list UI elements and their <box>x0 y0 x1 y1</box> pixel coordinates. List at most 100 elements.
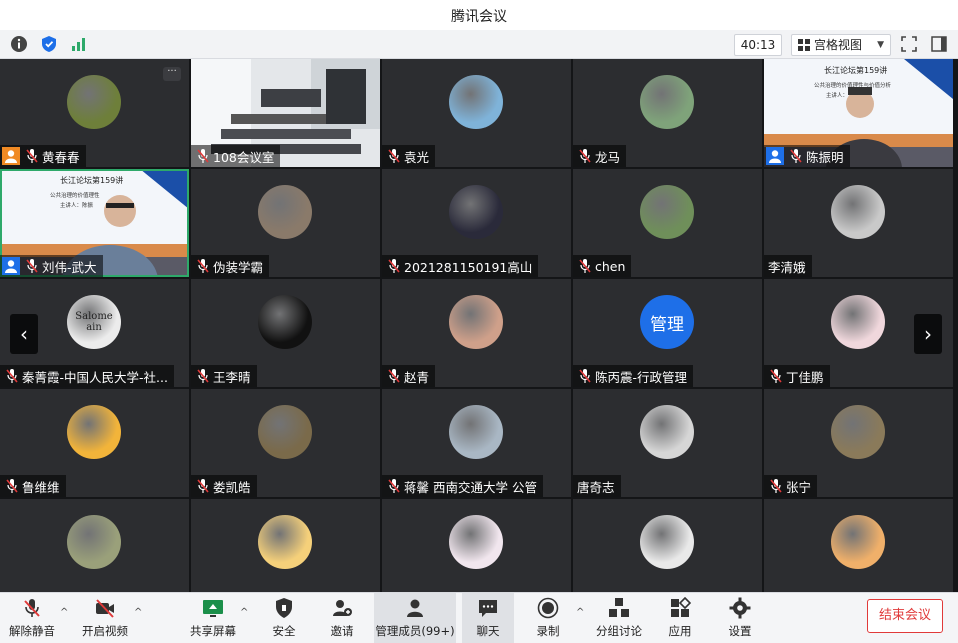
host-badge-icon <box>2 257 20 275</box>
participant-tile[interactable]: 108会议室 <box>191 59 380 167</box>
avatar <box>831 185 885 239</box>
participant-tile[interactable]: 龙马 <box>573 59 762 167</box>
participant-tile[interactable] <box>382 499 571 592</box>
participant-tile[interactable]: 娄凯皓 <box>191 389 380 497</box>
share-screen-button[interactable]: 共享屏幕 <box>188 593 238 643</box>
participant-name-bar: 蒋馨 西南交通大学 公管 <box>382 475 543 497</box>
participant-tile[interactable]: 李清娥 <box>764 169 953 277</box>
mic-muted-icon <box>770 479 782 493</box>
participant-name: 袁光 <box>404 149 430 165</box>
participant-tile[interactable] <box>191 499 380 592</box>
mic-muted-icon <box>26 259 38 273</box>
participant-tile[interactable]: 赵青 <box>382 279 571 387</box>
participant-tile[interactable]: 长江论坛第159讲 公共治理的价值理性与价值分析 主讲人： 陈振明 <box>764 59 953 167</box>
meeting-info-bar: 40:13 宫格视图 ▼ <box>0 30 958 59</box>
participant-tile[interactable]: 唐奇志 <box>573 389 762 497</box>
participant-tile[interactable]: 2021281150191高山 <box>382 169 571 277</box>
members-icon <box>407 599 423 617</box>
participant-name-bar: 伪装学霸 <box>191 255 270 277</box>
participant-name: 2021281150191高山 <box>404 259 533 275</box>
apps-button[interactable]: 应用 <box>658 593 702 643</box>
participant-tile[interactable]: 鲁维维 <box>0 389 189 497</box>
title-bar: 腾讯会议 <box>0 0 958 30</box>
participant-name-bar: 袁光 <box>382 145 436 167</box>
record-button[interactable]: 录制 <box>526 593 570 643</box>
host-badge-icon <box>2 147 20 165</box>
meeting-timer: 40:13 <box>734 34 782 56</box>
next-page-button[interactable]: › <box>914 314 942 354</box>
mic-muted-icon <box>579 259 591 273</box>
participant-name: 蒋馨 西南交通大学 公管 <box>404 479 537 495</box>
participant-tile[interactable]: 张宁 <box>764 389 953 497</box>
avatar <box>449 75 503 129</box>
participant-tile[interactable] <box>764 499 953 592</box>
chevron-up-icon[interactable]: ^ <box>576 607 584 618</box>
breakout-button[interactable]: 分组讨论 <box>594 593 644 643</box>
participant-tile[interactable]: chen <box>573 169 762 277</box>
participant-name: 秦菁霞-中国人民大学-社... <box>22 369 168 385</box>
participant-name-bar: 赵青 <box>382 365 436 387</box>
avatar <box>831 515 885 569</box>
chat-button[interactable]: 聊天 <box>462 593 514 643</box>
unmute-button[interactable]: 解除静音 <box>6 593 58 643</box>
fullscreen-icon[interactable] <box>900 35 918 53</box>
participant-tile[interactable] <box>0 499 189 592</box>
mic-muted-icon <box>388 369 400 383</box>
participant-name-bar: 唐奇志 <box>573 475 621 497</box>
mic-muted-icon <box>579 149 591 163</box>
participant-tile[interactable]: 袁光 <box>382 59 571 167</box>
security-button[interactable]: 安全 <box>262 593 306 643</box>
more-options-button[interactable]: ··· <box>163 67 181 81</box>
settings-label: 设置 <box>728 624 752 638</box>
avatar <box>449 405 503 459</box>
chevron-up-icon[interactable]: ^ <box>60 607 68 618</box>
avatar <box>449 515 503 569</box>
mic-muted-icon <box>6 479 18 493</box>
participant-tile[interactable]: 长江论坛第159讲 公共治理的价值理性 主讲人：陈振 刘伟-武大 <box>0 169 189 277</box>
host-badge-icon <box>766 147 784 165</box>
settings-button[interactable]: 设置 <box>718 593 762 643</box>
view-mode-label: 宫格视图 <box>814 38 863 52</box>
participant-tile[interactable]: 伪装学霸 <box>191 169 380 277</box>
mic-muted-icon <box>388 259 400 273</box>
manage-members-button[interactable]: 管理成员(99+) <box>374 593 456 643</box>
participant-tile[interactable] <box>573 499 762 592</box>
participant-tile[interactable]: 王李晴 <box>191 279 380 387</box>
invite-button[interactable]: 邀请 <box>320 593 364 643</box>
participant-name: 108会议室 <box>213 149 275 165</box>
avatar <box>258 185 312 239</box>
participant-name: 唐奇志 <box>577 479 615 495</box>
manage-members-label: 管理成员(99+) <box>375 624 455 638</box>
share-screen-icon <box>203 600 223 617</box>
video-grid: ··· 黄春春 108会议室 袁光 龙马 长江论坛第159讲 公共治理的价值理性与价值分析主… <box>0 59 958 592</box>
participant-name-bar: 娄凯皓 <box>191 475 257 497</box>
avatar <box>67 75 121 129</box>
avatar <box>258 405 312 459</box>
participant-tile[interactable]: ··· 黄春春 <box>0 59 189 167</box>
participant-name-bar: 丁佳鹏 <box>764 365 830 387</box>
start-video-button[interactable]: 开启视频 <box>78 593 132 643</box>
shield-icon[interactable] <box>40 35 58 53</box>
participant-name-bar: 张宁 <box>764 475 818 497</box>
participant-name: chen <box>595 258 626 274</box>
participant-tile[interactable]: 管理 陈丙震-行政管理 <box>573 279 762 387</box>
mic-muted-icon <box>388 149 400 163</box>
mic-muted-icon <box>6 369 18 383</box>
add-user-icon <box>333 600 352 616</box>
chevron-up-icon[interactable]: ^ <box>240 607 248 618</box>
mic-muted-icon <box>197 259 209 273</box>
end-meeting-button[interactable]: 结束会议 <box>867 599 943 633</box>
avatar <box>640 515 694 569</box>
prev-page-button[interactable]: ‹ <box>10 314 38 354</box>
signal-icon[interactable] <box>70 35 88 53</box>
chevron-up-icon[interactable]: ^ <box>134 607 142 618</box>
view-mode-dropdown[interactable]: 宫格视图 ▼ <box>791 34 891 56</box>
participant-tile[interactable]: 蒋馨 西南交通大学 公管 <box>382 389 571 497</box>
info-icon[interactable] <box>10 35 28 53</box>
breakout-icon <box>609 598 629 617</box>
avatar <box>640 75 694 129</box>
record-label: 录制 <box>536 624 560 638</box>
participant-name: 陈丙震-行政管理 <box>595 369 688 385</box>
participant-name: 龙马 <box>595 149 621 165</box>
sidebar-toggle-icon[interactable] <box>930 35 948 53</box>
